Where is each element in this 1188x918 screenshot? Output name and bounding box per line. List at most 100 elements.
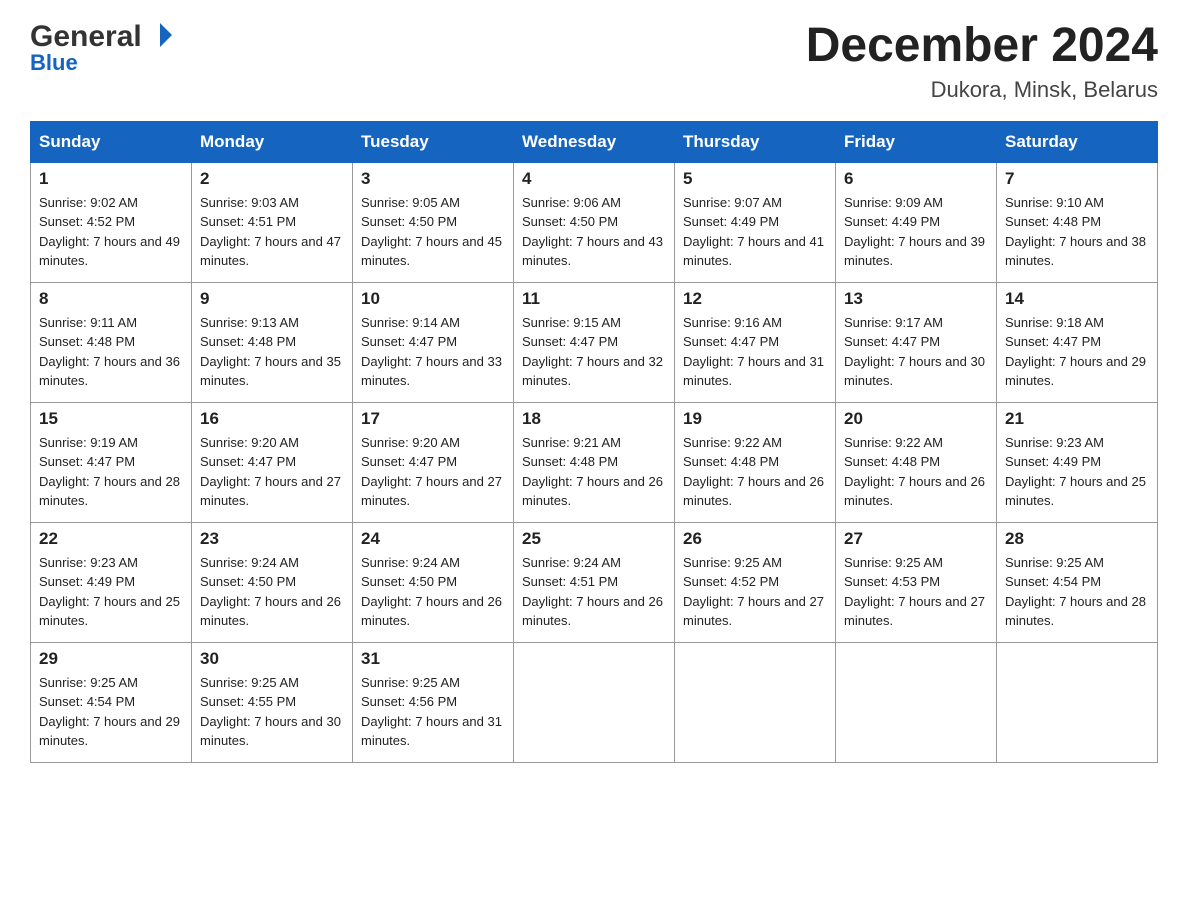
weekday-header-tuesday: Tuesday [353,121,514,162]
weekday-header-saturday: Saturday [997,121,1158,162]
calendar-day-cell: 31 Sunrise: 9:25 AMSunset: 4:56 PMDayligh… [353,642,514,762]
calendar-day-cell: 22Sunrise: 9:23 AMSunset: 4:49 PMDayligh… [31,522,192,642]
day-info: Sunrise: 9:20 AMSunset: 4:47 PMDaylight:… [361,433,505,511]
day-number: 5 [683,169,827,189]
day-info: Sunrise: 9:05 AMSunset: 4:50 PMDaylight:… [361,193,505,271]
calendar-day-cell: 27 Sunrise: 9:25 AMSunset: 4:53 PMDayligh… [836,522,997,642]
day-number: 28 [1005,529,1149,549]
day-info: Sunrise: 9:07 AMSunset: 4:49 PMDaylight:… [683,193,827,271]
day-number: 23 [200,529,344,549]
day-number: 29 [39,649,183,669]
day-number: 21 [1005,409,1149,429]
empty-cell [675,642,836,762]
calendar-day-cell: 4Sunrise: 9:06 AMSunset: 4:50 PMDaylight… [514,162,675,282]
logo: General Blue [30,20,174,76]
calendar-day-cell: 20 Sunrise: 9:22 AMSunset: 4:48 PMDayligh… [836,402,997,522]
day-number: 25 [522,529,666,549]
calendar-day-cell: 10 Sunrise: 9:14 AMSunset: 4:47 PMDayligh… [353,282,514,402]
day-number: 27 [844,529,988,549]
day-info: Sunrise: 9:22 AMSunset: 4:48 PMDaylight:… [844,433,988,511]
day-info: Sunrise: 9:25 AMSunset: 4:56 PMDaylight:… [361,673,505,751]
day-info: Sunrise: 9:24 AMSunset: 4:50 PMDaylight:… [200,553,344,631]
calendar-day-cell: 6 Sunrise: 9:09 AMSunset: 4:49 PMDaylight… [836,162,997,282]
logo-general-text: General [30,20,142,54]
calendar-day-cell: 7 Sunrise: 9:10 AMSunset: 4:48 PMDaylight… [997,162,1158,282]
calendar-week-row: 8 Sunrise: 9:11 AMSunset: 4:48 PMDaylight… [31,282,1158,402]
day-number: 13 [844,289,988,309]
day-info: Sunrise: 9:10 AMSunset: 4:48 PMDaylight:… [1005,193,1149,271]
day-number: 4 [522,169,666,189]
day-info: Sunrise: 9:09 AMSunset: 4:49 PMDaylight:… [844,193,988,271]
day-number: 7 [1005,169,1149,189]
calendar-day-cell: 23 Sunrise: 9:24 AMSunset: 4:50 PMDayligh… [192,522,353,642]
calendar-day-cell: 25 Sunrise: 9:24 AMSunset: 4:51 PMDayligh… [514,522,675,642]
day-number: 12 [683,289,827,309]
day-number: 20 [844,409,988,429]
weekday-header-sunday: Sunday [31,121,192,162]
day-number: 11 [522,289,666,309]
day-number: 22 [39,529,183,549]
calendar-table: SundayMondayTuesdayWednesdayThursdayFrid… [30,121,1158,763]
day-number: 10 [361,289,505,309]
title-block: December 2024 Dukora, Minsk, Belarus [806,20,1158,103]
day-info: Sunrise: 9:19 AMSunset: 4:47 PMDaylight:… [39,433,183,511]
day-number: 19 [683,409,827,429]
day-number: 15 [39,409,183,429]
day-number: 24 [361,529,505,549]
day-info: Sunrise: 9:24 AMSunset: 4:50 PMDaylight:… [361,553,505,631]
day-number: 17 [361,409,505,429]
day-number: 26 [683,529,827,549]
empty-cell [997,642,1158,762]
calendar-day-cell: 5 Sunrise: 9:07 AMSunset: 4:49 PMDaylight… [675,162,836,282]
logo-flag-icon [146,21,174,54]
calendar-day-cell: 24 Sunrise: 9:24 AMSunset: 4:50 PMDayligh… [353,522,514,642]
day-info: Sunrise: 9:24 AMSunset: 4:51 PMDaylight:… [522,553,666,631]
day-info: Sunrise: 9:25 AMSunset: 4:52 PMDaylight:… [683,553,827,631]
page-header: General Blue December 2024 Dukora, Minsk… [30,20,1158,103]
weekday-header-row: SundayMondayTuesdayWednesdayThursdayFrid… [31,121,1158,162]
day-number: 8 [39,289,183,309]
day-number: 9 [200,289,344,309]
day-info: Sunrise: 9:18 AMSunset: 4:47 PMDaylight:… [1005,313,1149,391]
day-info: Sunrise: 9:17 AMSunset: 4:47 PMDaylight:… [844,313,988,391]
day-number: 16 [200,409,344,429]
location-text: Dukora, Minsk, Belarus [806,77,1158,103]
calendar-day-cell: 14Sunrise: 9:18 AMSunset: 4:47 PMDayligh… [997,282,1158,402]
calendar-day-cell: 9 Sunrise: 9:13 AMSunset: 4:48 PMDaylight… [192,282,353,402]
calendar-day-cell: 13 Sunrise: 9:17 AMSunset: 4:47 PMDayligh… [836,282,997,402]
calendar-day-cell: 18Sunrise: 9:21 AMSunset: 4:48 PMDayligh… [514,402,675,522]
month-title: December 2024 [806,20,1158,73]
day-number: 6 [844,169,988,189]
day-info: Sunrise: 9:23 AMSunset: 4:49 PMDaylight:… [1005,433,1149,511]
calendar-day-cell: 11 Sunrise: 9:15 AMSunset: 4:47 PMDayligh… [514,282,675,402]
calendar-week-row: 22Sunrise: 9:23 AMSunset: 4:49 PMDayligh… [31,522,1158,642]
day-info: Sunrise: 9:25 AMSunset: 4:54 PMDaylight:… [1005,553,1149,631]
calendar-day-cell: 19Sunrise: 9:22 AMSunset: 4:48 PMDayligh… [675,402,836,522]
day-info: Sunrise: 9:15 AMSunset: 4:47 PMDaylight:… [522,313,666,391]
calendar-day-cell: 28 Sunrise: 9:25 AMSunset: 4:54 PMDayligh… [997,522,1158,642]
day-info: Sunrise: 9:25 AMSunset: 4:55 PMDaylight:… [200,673,344,751]
day-info: Sunrise: 9:25 AMSunset: 4:53 PMDaylight:… [844,553,988,631]
day-info: Sunrise: 9:11 AMSunset: 4:48 PMDaylight:… [39,313,183,391]
calendar-day-cell: 30 Sunrise: 9:25 AMSunset: 4:55 PMDayligh… [192,642,353,762]
day-info: Sunrise: 9:14 AMSunset: 4:47 PMDaylight:… [361,313,505,391]
calendar-day-cell: 12Sunrise: 9:16 AMSunset: 4:47 PMDayligh… [675,282,836,402]
day-info: Sunrise: 9:20 AMSunset: 4:47 PMDaylight:… [200,433,344,511]
calendar-day-cell: 26 Sunrise: 9:25 AMSunset: 4:52 PMDayligh… [675,522,836,642]
day-number: 30 [200,649,344,669]
day-info: Sunrise: 9:02 AMSunset: 4:52 PMDaylight:… [39,193,183,271]
day-number: 3 [361,169,505,189]
empty-cell [514,642,675,762]
day-number: 2 [200,169,344,189]
day-info: Sunrise: 9:13 AMSunset: 4:48 PMDaylight:… [200,313,344,391]
calendar-week-row: 29Sunrise: 9:25 AMSunset: 4:54 PMDayligh… [31,642,1158,762]
calendar-week-row: 15 Sunrise: 9:19 AMSunset: 4:47 PMDayligh… [31,402,1158,522]
calendar-day-cell: 2 Sunrise: 9:03 AMSunset: 4:51 PMDaylight… [192,162,353,282]
weekday-header-wednesday: Wednesday [514,121,675,162]
calendar-day-cell: 1Sunrise: 9:02 AMSunset: 4:52 PMDaylight… [31,162,192,282]
day-number: 31 [361,649,505,669]
empty-cell [836,642,997,762]
weekday-header-thursday: Thursday [675,121,836,162]
weekday-header-monday: Monday [192,121,353,162]
day-info: Sunrise: 9:03 AMSunset: 4:51 PMDaylight:… [200,193,344,271]
